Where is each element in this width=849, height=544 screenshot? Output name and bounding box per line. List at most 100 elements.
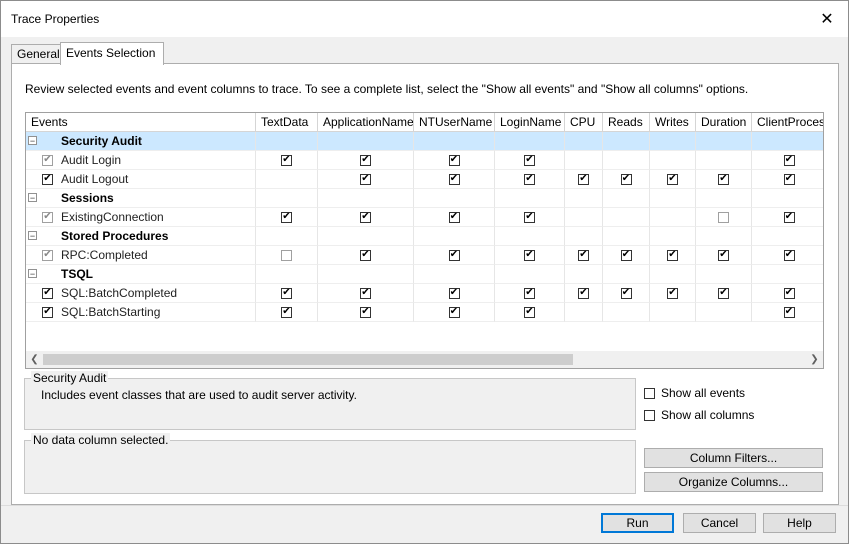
grid-cell[interactable]: ✔ xyxy=(414,208,495,227)
grid-cell[interactable]: ✔ xyxy=(565,170,603,189)
show-all-events-checkbox[interactable]: Show all events xyxy=(644,386,745,400)
grid-cell[interactable]: ✔ xyxy=(603,284,650,303)
collapse-icon[interactable]: − xyxy=(28,231,37,241)
grid-cell[interactable]: ✔ xyxy=(696,246,752,265)
scrollbar-thumb[interactable] xyxy=(43,354,573,365)
column-checkbox-duration[interactable]: ✔ xyxy=(718,287,729,299)
horizontal-scrollbar[interactable]: ❮ ❯ xyxy=(26,351,823,368)
grid-cell[interactable]: ✔ xyxy=(318,208,414,227)
organize-columns-button[interactable]: Organize Columns... xyxy=(644,472,823,492)
event-row-audit-login[interactable]: ✔ Audit Login ✔ ✔ ✔ ✔ ✔ xyxy=(26,151,823,170)
column-header-applicationname[interactable]: ApplicationName xyxy=(318,113,414,131)
column-checkbox-reads[interactable]: ✔ xyxy=(620,287,632,299)
collapse-icon[interactable]: − xyxy=(28,136,37,146)
column-checkbox-applicationname[interactable]: ✔ xyxy=(360,249,371,261)
grid-cell[interactable]: ✔ xyxy=(414,170,495,189)
grid-cell[interactable]: ✔ xyxy=(318,246,414,265)
column-checkbox-applicationname[interactable]: ✔ xyxy=(360,173,371,185)
event-checkbox-existingconnection[interactable]: ✔ xyxy=(42,211,53,223)
grid-cell[interactable]: ✔ xyxy=(318,151,414,170)
help-button[interactable]: Help xyxy=(763,513,836,533)
column-header-clientprocessi[interactable]: ClientProcessI xyxy=(752,113,823,131)
grid-cell[interactable]: ✔ xyxy=(696,170,752,189)
column-checkbox-ntusername[interactable]: ✔ xyxy=(448,306,460,318)
run-button[interactable]: Run xyxy=(601,513,674,533)
column-header-duration[interactable]: Duration xyxy=(696,113,752,131)
grid-cell[interactable]: ✔ xyxy=(414,151,495,170)
grid-cell[interactable]: ✔ xyxy=(696,284,752,303)
column-header-loginname[interactable]: LoginName xyxy=(495,113,565,131)
grid-cell[interactable]: ✔ xyxy=(603,170,650,189)
column-checkbox-ntusername[interactable]: ✔ xyxy=(448,249,460,261)
show-all-events-box[interactable] xyxy=(644,387,655,399)
grid-cell[interactable]: ✔ xyxy=(495,303,565,322)
column-checkbox-clientprocessi[interactable]: ✔ xyxy=(783,211,795,223)
grid-cell[interactable]: ✔ xyxy=(752,246,823,265)
grid-cell[interactable]: ✔ xyxy=(495,170,565,189)
grid-cell[interactable]: ✔ xyxy=(752,284,823,303)
collapse-icon[interactable]: − xyxy=(28,269,37,279)
column-header-events[interactable]: Events xyxy=(26,113,256,131)
grid-cell[interactable]: ✔ xyxy=(752,208,823,227)
show-all-columns-box[interactable] xyxy=(644,409,655,421)
column-checkbox-clientprocessi[interactable]: ✔ xyxy=(783,249,795,261)
column-checkbox-clientprocessi[interactable]: ✔ xyxy=(783,287,795,299)
grid-cell[interactable]: ✔ xyxy=(256,303,318,322)
column-checkbox-applicationname[interactable]: ✔ xyxy=(360,287,371,299)
grid-cell[interactable]: ✔ xyxy=(752,303,823,322)
column-checkbox-loginname[interactable]: ✔ xyxy=(524,173,535,185)
grid-cell[interactable]: ✔ xyxy=(318,170,414,189)
grid-cell[interactable]: ✔ xyxy=(603,246,650,265)
column-checkbox-cpu[interactable]: ✔ xyxy=(578,173,589,185)
column-checkbox-clientprocessi[interactable]: ✔ xyxy=(783,173,795,185)
grid-cell[interactable]: ✔ xyxy=(752,151,823,170)
grid-cell[interactable] xyxy=(696,208,752,227)
grid-cell[interactable]: ✔ xyxy=(565,284,603,303)
column-checkbox-writes[interactable]: ✔ xyxy=(667,287,678,299)
grid-cell[interactable]: ✔ xyxy=(318,284,414,303)
grid-cell[interactable]: ✔ xyxy=(495,208,565,227)
event-checkbox-sql-batchstarting[interactable]: ✔ xyxy=(42,306,53,318)
grid-cell[interactable] xyxy=(256,246,318,265)
event-row-audit-logout[interactable]: ✔ Audit Logout ✔ ✔ ✔ ✔ ✔ ✔ ✔ ✔ xyxy=(26,170,823,189)
grid-cell[interactable]: ✔ xyxy=(414,284,495,303)
tab-events-selection[interactable]: Events Selection xyxy=(60,42,164,65)
column-checkbox-duration[interactable]: ✔ xyxy=(718,173,729,185)
column-header-reads[interactable]: Reads xyxy=(603,113,650,131)
event-checkbox-sql-batchcompleted[interactable]: ✔ xyxy=(42,287,53,299)
column-checkbox-clientprocessi[interactable]: ✔ xyxy=(783,306,795,318)
column-checkbox-applicationname[interactable]: ✔ xyxy=(360,211,371,223)
column-checkbox-cpu[interactable]: ✔ xyxy=(578,249,589,261)
chevron-right-icon[interactable]: ❯ xyxy=(806,351,823,368)
column-checkbox-textdata[interactable]: ✔ xyxy=(281,211,292,223)
column-checkbox-writes[interactable]: ✔ xyxy=(667,249,678,261)
column-checkbox-textdata[interactable]: ✔ xyxy=(281,287,292,299)
column-filters-button[interactable]: Column Filters... xyxy=(644,448,823,468)
category-row-security-audit[interactable]: − Security Audit xyxy=(26,132,823,151)
column-header-cpu[interactable]: CPU xyxy=(565,113,603,131)
grid-cell[interactable]: ✔ xyxy=(256,208,318,227)
chevron-left-icon[interactable]: ❮ xyxy=(26,351,43,368)
column-checkbox-ntusername[interactable]: ✔ xyxy=(448,173,460,185)
grid-cell[interactable]: ✔ xyxy=(256,284,318,303)
event-checkbox-audit-login[interactable]: ✔ xyxy=(42,154,53,166)
grid-cell[interactable]: ✔ xyxy=(414,246,495,265)
grid-cell[interactable]: ✔ xyxy=(318,303,414,322)
cancel-button[interactable]: Cancel xyxy=(683,513,756,533)
column-checkbox-cpu[interactable]: ✔ xyxy=(578,287,589,299)
grid-cell[interactable]: ✔ xyxy=(752,170,823,189)
event-checkbox-audit-logout[interactable]: ✔ xyxy=(42,173,53,185)
grid-cell[interactable]: ✔ xyxy=(650,284,696,303)
event-row-sql-batchcompleted[interactable]: ✔ SQL:BatchCompleted ✔ ✔ ✔ ✔ ✔ ✔ ✔ ✔ ✔ xyxy=(26,284,823,303)
grid-cell[interactable]: ✔ xyxy=(565,246,603,265)
column-checkbox-textdata[interactable]: ✔ xyxy=(281,306,292,318)
events-grid[interactable]: Events TextData ApplicationName NTUserName L… xyxy=(25,112,824,369)
grid-cell[interactable]: ✔ xyxy=(495,151,565,170)
column-checkbox-clientprocessi[interactable]: ✔ xyxy=(783,154,795,166)
column-checkbox-loginname[interactable]: ✔ xyxy=(524,306,535,318)
category-row-tsql[interactable]: − TSQL xyxy=(26,265,823,284)
grid-cell[interactable]: ✔ xyxy=(650,246,696,265)
category-row-stored-procedures[interactable]: − Stored Procedures xyxy=(26,227,823,246)
column-checkbox-reads[interactable]: ✔ xyxy=(620,249,632,261)
event-checkbox-rpc-completed[interactable]: ✔ xyxy=(42,249,53,261)
